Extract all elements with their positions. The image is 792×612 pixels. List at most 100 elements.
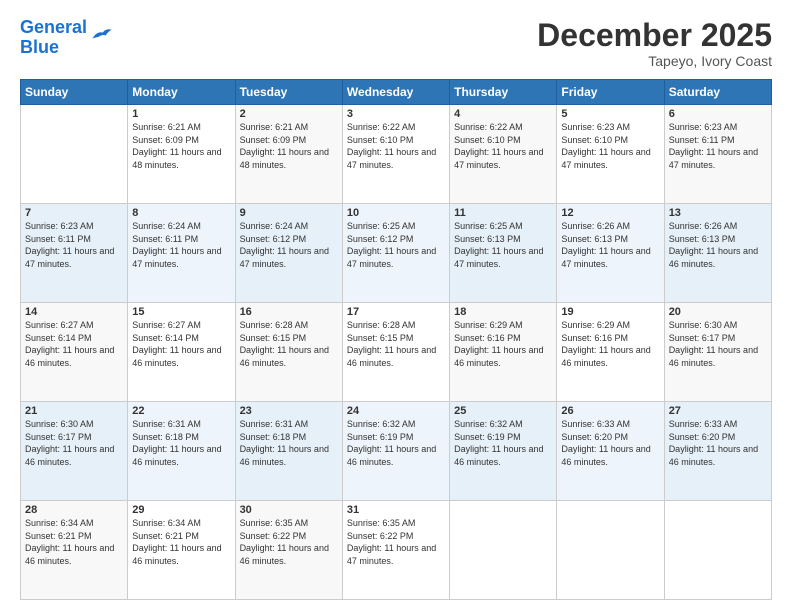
calendar-cell: 2Sunrise: 6:21 AMSunset: 6:09 PMDaylight…: [235, 105, 342, 204]
calendar-cell: 16Sunrise: 6:28 AMSunset: 6:15 PMDayligh…: [235, 303, 342, 402]
day-info: Sunrise: 6:30 AMSunset: 6:17 PMDaylight:…: [25, 418, 123, 468]
day-number: 18: [454, 306, 552, 318]
calendar-week-row: 1Sunrise: 6:21 AMSunset: 6:09 PMDaylight…: [21, 105, 772, 204]
day-number: 17: [347, 306, 445, 318]
day-header-wednesday: Wednesday: [342, 80, 449, 105]
day-number: 21: [25, 405, 123, 417]
calendar-cell: [450, 501, 557, 600]
day-info: Sunrise: 6:34 AMSunset: 6:21 PMDaylight:…: [132, 517, 230, 567]
day-header-sunday: Sunday: [21, 80, 128, 105]
day-header-monday: Monday: [128, 80, 235, 105]
day-info: Sunrise: 6:35 AMSunset: 6:22 PMDaylight:…: [240, 517, 338, 567]
calendar-cell: 26Sunrise: 6:33 AMSunset: 6:20 PMDayligh…: [557, 402, 664, 501]
calendar-cell: 21Sunrise: 6:30 AMSunset: 6:17 PMDayligh…: [21, 402, 128, 501]
calendar-cell: 8Sunrise: 6:24 AMSunset: 6:11 PMDaylight…: [128, 204, 235, 303]
day-info: Sunrise: 6:23 AMSunset: 6:10 PMDaylight:…: [561, 121, 659, 171]
day-number: 22: [132, 405, 230, 417]
day-info: Sunrise: 6:25 AMSunset: 6:13 PMDaylight:…: [454, 220, 552, 270]
month-title: December 2025: [537, 18, 772, 53]
logo: General Blue: [20, 18, 113, 58]
day-number: 1: [132, 108, 230, 120]
calendar-cell: 29Sunrise: 6:34 AMSunset: 6:21 PMDayligh…: [128, 501, 235, 600]
logo-blue: Blue: [20, 37, 59, 57]
calendar-cell: 22Sunrise: 6:31 AMSunset: 6:18 PMDayligh…: [128, 402, 235, 501]
calendar-cell: 19Sunrise: 6:29 AMSunset: 6:16 PMDayligh…: [557, 303, 664, 402]
day-info: Sunrise: 6:28 AMSunset: 6:15 PMDaylight:…: [347, 319, 445, 369]
calendar-cell: 25Sunrise: 6:32 AMSunset: 6:19 PMDayligh…: [450, 402, 557, 501]
day-number: 12: [561, 207, 659, 219]
calendar-cell: [664, 501, 771, 600]
calendar-cell: 7Sunrise: 6:23 AMSunset: 6:11 PMDaylight…: [21, 204, 128, 303]
day-info: Sunrise: 6:21 AMSunset: 6:09 PMDaylight:…: [240, 121, 338, 171]
calendar-cell: 5Sunrise: 6:23 AMSunset: 6:10 PMDaylight…: [557, 105, 664, 204]
calendar-cell: 28Sunrise: 6:34 AMSunset: 6:21 PMDayligh…: [21, 501, 128, 600]
day-info: Sunrise: 6:23 AMSunset: 6:11 PMDaylight:…: [669, 121, 767, 171]
day-info: Sunrise: 6:24 AMSunset: 6:11 PMDaylight:…: [132, 220, 230, 270]
day-number: 19: [561, 306, 659, 318]
calendar-cell: 23Sunrise: 6:31 AMSunset: 6:18 PMDayligh…: [235, 402, 342, 501]
day-info: Sunrise: 6:23 AMSunset: 6:11 PMDaylight:…: [25, 220, 123, 270]
calendar-table: SundayMondayTuesdayWednesdayThursdayFrid…: [20, 79, 772, 600]
day-info: Sunrise: 6:26 AMSunset: 6:13 PMDaylight:…: [669, 220, 767, 270]
day-info: Sunrise: 6:35 AMSunset: 6:22 PMDaylight:…: [347, 517, 445, 567]
day-number: 8: [132, 207, 230, 219]
calendar-cell: 18Sunrise: 6:29 AMSunset: 6:16 PMDayligh…: [450, 303, 557, 402]
location: Tapeyo, Ivory Coast: [537, 53, 772, 69]
day-info: Sunrise: 6:28 AMSunset: 6:15 PMDaylight:…: [240, 319, 338, 369]
day-number: 11: [454, 207, 552, 219]
day-info: Sunrise: 6:27 AMSunset: 6:14 PMDaylight:…: [25, 319, 123, 369]
day-info: Sunrise: 6:34 AMSunset: 6:21 PMDaylight:…: [25, 517, 123, 567]
calendar-cell: [557, 501, 664, 600]
calendar-cell: 3Sunrise: 6:22 AMSunset: 6:10 PMDaylight…: [342, 105, 449, 204]
day-number: 4: [454, 108, 552, 120]
calendar-cell: 17Sunrise: 6:28 AMSunset: 6:15 PMDayligh…: [342, 303, 449, 402]
calendar-cell: 9Sunrise: 6:24 AMSunset: 6:12 PMDaylight…: [235, 204, 342, 303]
day-info: Sunrise: 6:31 AMSunset: 6:18 PMDaylight:…: [132, 418, 230, 468]
calendar-cell: 24Sunrise: 6:32 AMSunset: 6:19 PMDayligh…: [342, 402, 449, 501]
day-number: 15: [132, 306, 230, 318]
calendar-cell: 12Sunrise: 6:26 AMSunset: 6:13 PMDayligh…: [557, 204, 664, 303]
day-info: Sunrise: 6:32 AMSunset: 6:19 PMDaylight:…: [454, 418, 552, 468]
day-header-tuesday: Tuesday: [235, 80, 342, 105]
day-info: Sunrise: 6:29 AMSunset: 6:16 PMDaylight:…: [561, 319, 659, 369]
day-number: 9: [240, 207, 338, 219]
calendar-cell: 27Sunrise: 6:33 AMSunset: 6:20 PMDayligh…: [664, 402, 771, 501]
calendar-week-row: 21Sunrise: 6:30 AMSunset: 6:17 PMDayligh…: [21, 402, 772, 501]
day-header-friday: Friday: [557, 80, 664, 105]
calendar-week-row: 14Sunrise: 6:27 AMSunset: 6:14 PMDayligh…: [21, 303, 772, 402]
day-info: Sunrise: 6:30 AMSunset: 6:17 PMDaylight:…: [669, 319, 767, 369]
day-number: 23: [240, 405, 338, 417]
day-number: 25: [454, 405, 552, 417]
header: General Blue December 2025 Tapeyo, Ivory…: [20, 18, 772, 69]
day-number: 5: [561, 108, 659, 120]
calendar-header-row: SundayMondayTuesdayWednesdayThursdayFrid…: [21, 80, 772, 105]
day-number: 26: [561, 405, 659, 417]
calendar-cell: 6Sunrise: 6:23 AMSunset: 6:11 PMDaylight…: [664, 105, 771, 204]
day-info: Sunrise: 6:22 AMSunset: 6:10 PMDaylight:…: [347, 121, 445, 171]
day-number: 20: [669, 306, 767, 318]
day-header-thursday: Thursday: [450, 80, 557, 105]
day-number: 13: [669, 207, 767, 219]
day-number: 7: [25, 207, 123, 219]
day-info: Sunrise: 6:26 AMSunset: 6:13 PMDaylight:…: [561, 220, 659, 270]
calendar-page: General Blue December 2025 Tapeyo, Ivory…: [0, 0, 792, 612]
day-info: Sunrise: 6:33 AMSunset: 6:20 PMDaylight:…: [669, 418, 767, 468]
calendar-cell: 20Sunrise: 6:30 AMSunset: 6:17 PMDayligh…: [664, 303, 771, 402]
day-number: 29: [132, 504, 230, 516]
calendar-cell: 1Sunrise: 6:21 AMSunset: 6:09 PMDaylight…: [128, 105, 235, 204]
logo-bird-icon: [91, 25, 113, 43]
calendar-cell: 30Sunrise: 6:35 AMSunset: 6:22 PMDayligh…: [235, 501, 342, 600]
day-number: 6: [669, 108, 767, 120]
calendar-week-row: 7Sunrise: 6:23 AMSunset: 6:11 PMDaylight…: [21, 204, 772, 303]
day-header-saturday: Saturday: [664, 80, 771, 105]
day-info: Sunrise: 6:21 AMSunset: 6:09 PMDaylight:…: [132, 121, 230, 171]
day-number: 28: [25, 504, 123, 516]
day-info: Sunrise: 6:25 AMSunset: 6:12 PMDaylight:…: [347, 220, 445, 270]
day-info: Sunrise: 6:33 AMSunset: 6:20 PMDaylight:…: [561, 418, 659, 468]
calendar-week-row: 28Sunrise: 6:34 AMSunset: 6:21 PMDayligh…: [21, 501, 772, 600]
calendar-cell: [21, 105, 128, 204]
day-info: Sunrise: 6:29 AMSunset: 6:16 PMDaylight:…: [454, 319, 552, 369]
day-number: 27: [669, 405, 767, 417]
day-number: 16: [240, 306, 338, 318]
calendar-cell: 10Sunrise: 6:25 AMSunset: 6:12 PMDayligh…: [342, 204, 449, 303]
